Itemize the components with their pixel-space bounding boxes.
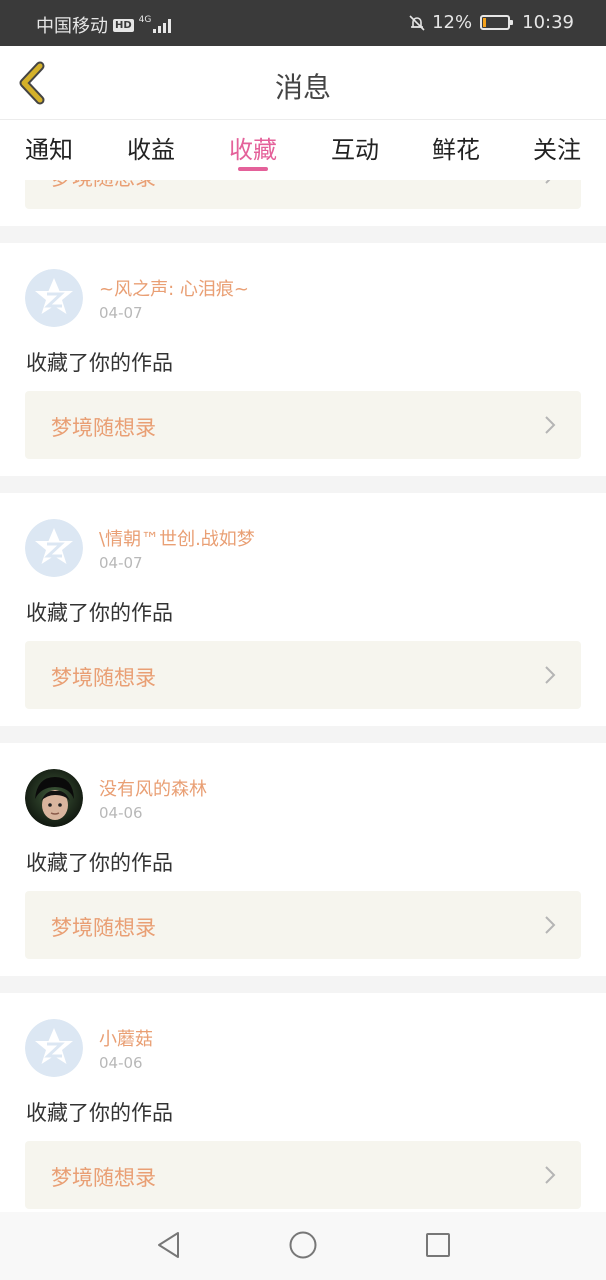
message-list[interactable]: 梦境随想录 ~风之声: 心泪痕~ 04-07 收藏了你的作品 梦境随想录 xyxy=(0,180,606,1212)
action-text: 收藏了你的作品 xyxy=(26,851,173,875)
hd-badge: HD xyxy=(113,18,134,32)
work-title: 梦境随想录 xyxy=(51,1166,156,1190)
battery-percent: 12% xyxy=(432,12,473,33)
network-type: 4G xyxy=(138,14,152,25)
work-link[interactable]: 梦境随想录 xyxy=(25,180,581,209)
clock: 10:39 xyxy=(522,12,574,33)
carrier-group: 中国移动 HD 4G xyxy=(36,12,172,38)
chevron-right-icon xyxy=(545,1166,556,1184)
action-text: 收藏了你的作品 xyxy=(26,351,173,375)
user-name[interactable]: 没有风的森林 xyxy=(99,775,207,801)
recents-square-icon[interactable] xyxy=(423,1230,453,1260)
tab-bar: 通知 收益 收藏 互动 鲜花 关注 xyxy=(0,120,606,180)
chevron-right-icon xyxy=(545,916,556,934)
message-date: 04-07 xyxy=(99,304,143,322)
signal-icon xyxy=(153,17,172,33)
bell-off-icon xyxy=(409,14,425,31)
home-circle-icon[interactable] xyxy=(288,1230,318,1260)
list-item: ~风之声: 心泪痕~ 04-07 收藏了你的作品 梦境随想录 xyxy=(0,243,606,476)
default-avatar-icon[interactable] xyxy=(25,269,83,327)
action-text: 收藏了你的作品 xyxy=(26,601,173,625)
tab-notifications[interactable]: 通知 xyxy=(25,130,73,165)
tab-favorites[interactable]: 收藏 xyxy=(229,130,277,165)
default-avatar-icon[interactable] xyxy=(25,519,83,577)
work-title: 梦境随想录 xyxy=(51,180,156,192)
battery-icon xyxy=(480,15,514,30)
back-triangle-icon[interactable] xyxy=(154,1230,184,1260)
user-name[interactable]: 小蘑菇 xyxy=(99,1025,153,1051)
tab-following[interactable]: 关注 xyxy=(533,130,581,165)
status-right-group: 12% 10:39 xyxy=(408,12,574,33)
list-item: 没有风的森林 04-06 收藏了你的作品 梦境随想录 xyxy=(0,743,606,976)
active-tab-indicator xyxy=(238,167,268,171)
work-link[interactable]: 梦境随想录 xyxy=(25,1141,581,1209)
page-title: 消息 xyxy=(274,71,331,104)
tab-earnings[interactable]: 收益 xyxy=(127,130,175,165)
user-name[interactable]: ~风之声: 心泪痕~ xyxy=(99,275,249,301)
work-title: 梦境随想录 xyxy=(51,416,156,440)
user-name[interactable]: \情朝™世创.战如梦 xyxy=(99,525,255,551)
tab-interactions[interactable]: 互动 xyxy=(331,130,379,165)
chevron-right-icon xyxy=(545,666,556,684)
work-link[interactable]: 梦境随想录 xyxy=(25,641,581,709)
work-title: 梦境随想录 xyxy=(51,916,156,940)
list-item: 小蘑菇 04-06 收藏了你的作品 梦境随想录 xyxy=(0,993,606,1212)
action-text: 收藏了你的作品 xyxy=(26,1101,173,1125)
list-item-partial: 梦境随想录 xyxy=(0,180,606,226)
default-avatar-icon[interactable] xyxy=(25,1019,83,1077)
user-photo-avatar[interactable] xyxy=(25,769,83,827)
status-bar: 中国移动 HD 4G 12% 10:39 xyxy=(0,0,606,46)
message-date: 04-06 xyxy=(99,804,143,822)
work-link[interactable]: 梦境随想录 xyxy=(25,891,581,959)
message-date: 04-07 xyxy=(99,554,143,572)
chevron-right-icon xyxy=(545,416,556,434)
work-link[interactable]: 梦境随想录 xyxy=(25,391,581,459)
carrier-label: 中国移动 xyxy=(36,16,108,37)
tab-flowers[interactable]: 鲜花 xyxy=(432,130,480,165)
work-title: 梦境随想录 xyxy=(51,666,156,690)
system-nav-bar xyxy=(0,1212,606,1280)
list-item: \情朝™世创.战如梦 04-07 收藏了你的作品 梦境随想录 xyxy=(0,493,606,726)
chevron-right-icon xyxy=(545,180,551,184)
app-header: 消息 xyxy=(0,46,606,120)
message-date: 04-06 xyxy=(99,1054,143,1072)
